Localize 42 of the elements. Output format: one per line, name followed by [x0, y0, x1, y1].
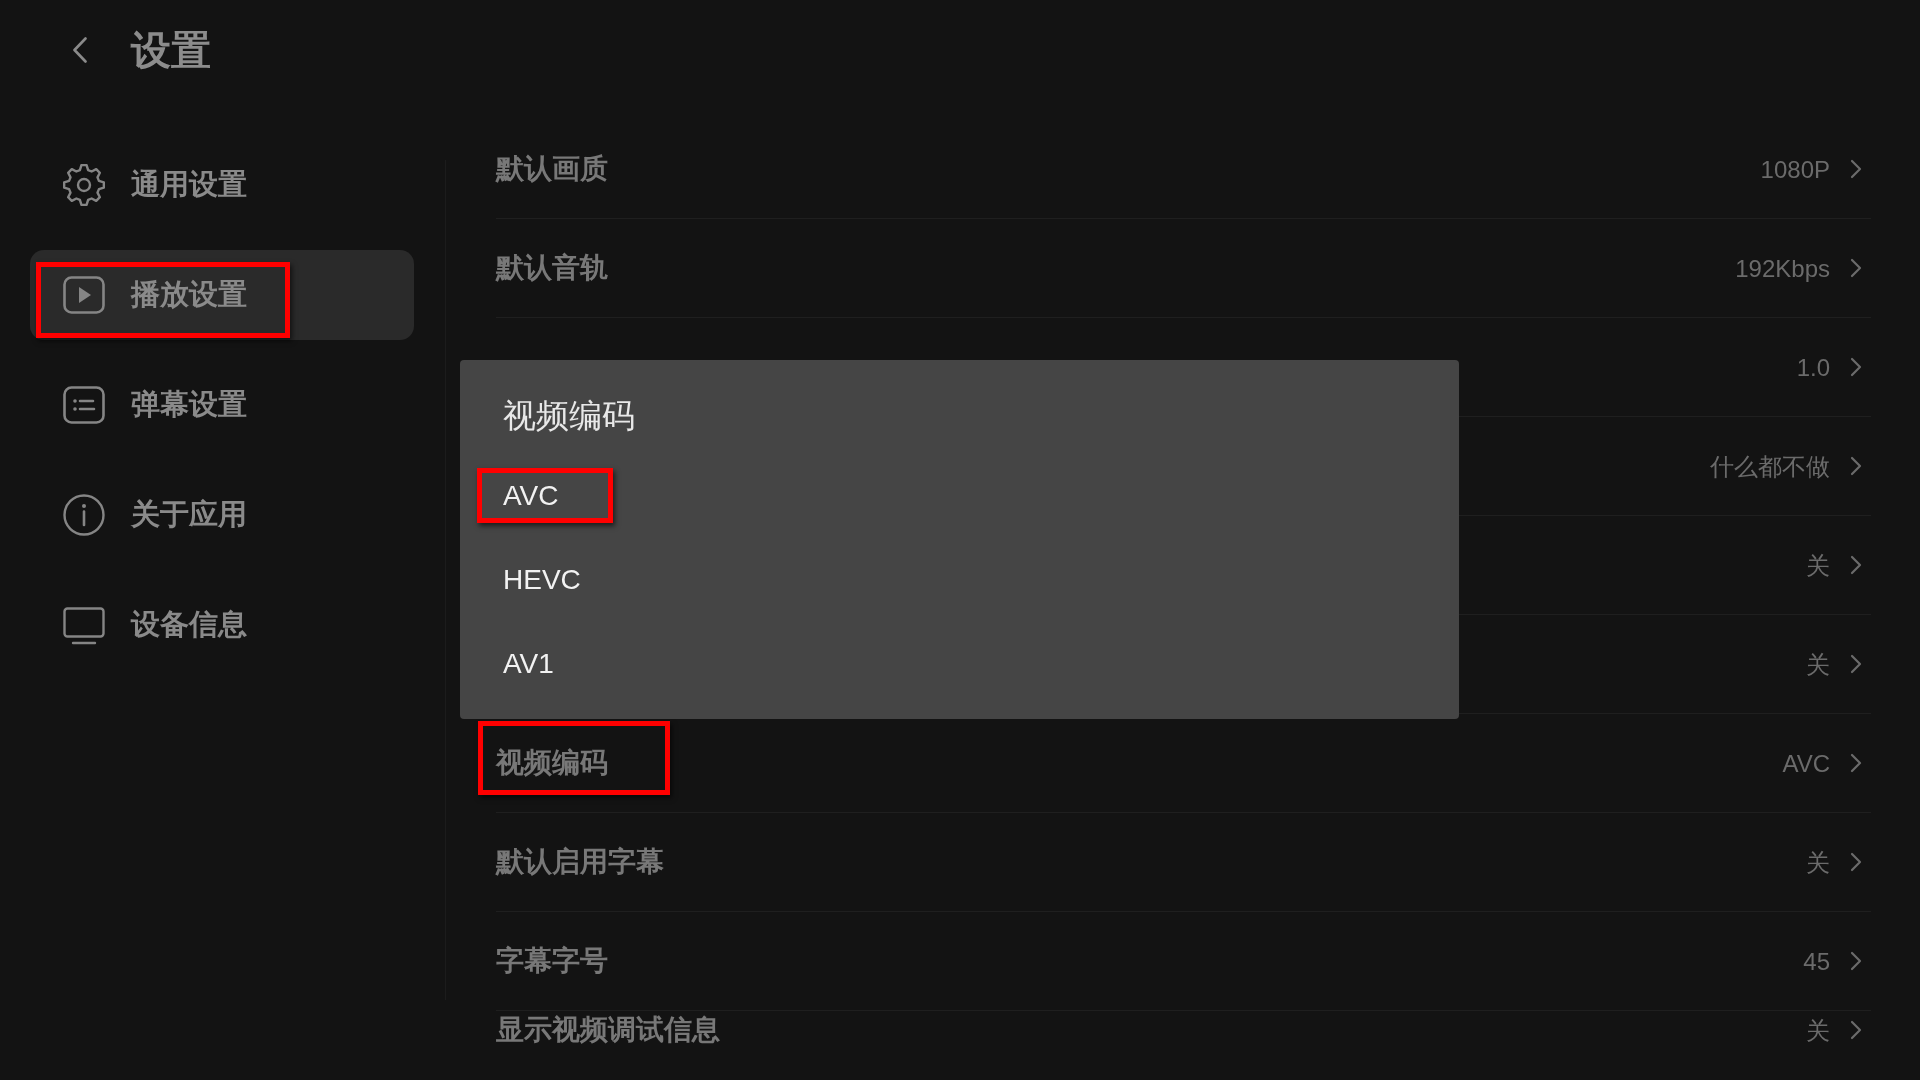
- setting-label: 字幕字号: [496, 944, 608, 978]
- codec-option[interactable]: AV1: [503, 622, 1416, 706]
- chevron-right-icon: [1850, 555, 1862, 575]
- chevron-right-icon: [1850, 852, 1862, 872]
- setting-value: 关: [1806, 847, 1830, 877]
- setting-value: 192Kbps: [1735, 253, 1830, 283]
- chevron-right-icon: [1850, 456, 1862, 476]
- setting-label: 默认启用字幕: [496, 845, 664, 879]
- setting-value: AVC: [1782, 748, 1830, 778]
- chevron-right-icon: [1850, 654, 1862, 674]
- monitor-icon: [63, 604, 105, 646]
- codec-option[interactable]: AVC: [503, 454, 1416, 538]
- setting-label: 视频编码: [496, 746, 608, 780]
- setting-value: 关: [1806, 550, 1830, 580]
- setting-label: 显示视频调试信息: [496, 1013, 720, 1047]
- list-icon: [63, 384, 105, 426]
- back-icon[interactable]: [73, 37, 87, 63]
- info-icon: [63, 494, 105, 536]
- chevron-right-icon: [1850, 258, 1862, 278]
- setting-value: 关: [1806, 1016, 1830, 1045]
- chevron-right-icon: [1850, 753, 1862, 773]
- page-title: 设置: [131, 26, 211, 74]
- setting-value: 45: [1803, 946, 1830, 976]
- setting-value: 1.0: [1796, 352, 1830, 382]
- setting-value: 1080P: [1760, 154, 1830, 184]
- sidebar-item[interactable]: 播放设置: [30, 250, 414, 340]
- chevron-right-icon: [1850, 357, 1862, 377]
- setting-label: 默认画质: [496, 152, 608, 186]
- sidebar-item[interactable]: 弹幕设置: [30, 360, 414, 450]
- sidebar-item[interactable]: 通用设置: [30, 140, 414, 230]
- setting-label: 默认音轨: [496, 251, 608, 285]
- sidebar-item[interactable]: 关于应用: [30, 470, 414, 560]
- gear-icon: [63, 164, 105, 206]
- chevron-right-icon: [1850, 159, 1862, 179]
- chevron-right-icon: [1850, 951, 1862, 971]
- play-icon: [63, 274, 105, 316]
- dialog-title: 视频编码: [503, 396, 635, 436]
- setting-value: 关: [1806, 649, 1830, 679]
- sidebar-item[interactable]: 设备信息: [30, 580, 414, 670]
- setting-value: 什么都不做: [1710, 451, 1830, 481]
- codec-option[interactable]: HEVC: [503, 538, 1416, 622]
- chevron-right-icon: [1850, 1020, 1862, 1040]
